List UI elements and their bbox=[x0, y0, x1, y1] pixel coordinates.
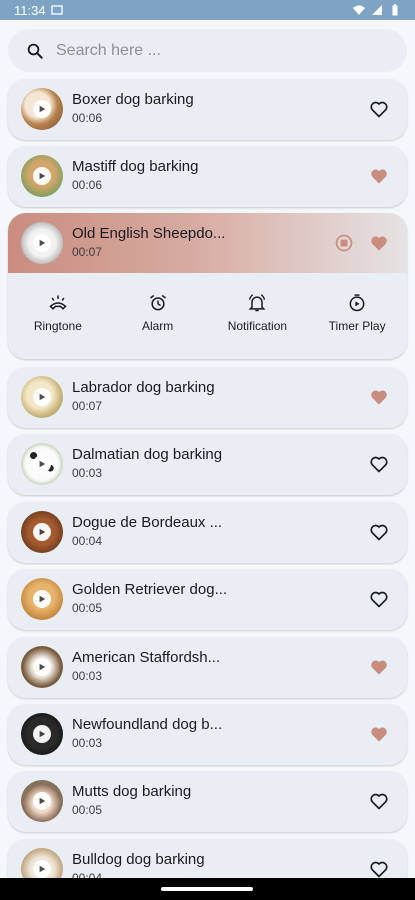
play-icon bbox=[33, 725, 51, 743]
sound-title: Mastiff dog barking bbox=[72, 158, 199, 175]
sound-title: Dogue de Bordeaux ... bbox=[72, 514, 223, 531]
heart-outline-icon[interactable] bbox=[369, 589, 389, 609]
wifi-icon bbox=[353, 5, 365, 15]
home-gesture-handle[interactable] bbox=[161, 887, 253, 891]
heart-outline-icon[interactable] bbox=[369, 454, 389, 474]
sound-duration: 00:04 bbox=[72, 534, 103, 548]
dog-thumbnail[interactable] bbox=[21, 88, 63, 130]
play-icon bbox=[33, 658, 51, 676]
sound-title: Golden Retriever dog... bbox=[72, 581, 228, 598]
ringtone-label: Ringtone bbox=[33, 319, 82, 333]
sound-card[interactable]: Mutts dog barking 00:05 bbox=[8, 771, 407, 832]
sound-card[interactable]: Newfoundland dog b... 00:03 bbox=[8, 704, 407, 765]
heart-filled-icon[interactable] bbox=[369, 657, 389, 677]
sound-duration: 00:03 bbox=[72, 466, 103, 480]
sound-duration: 00:03 bbox=[72, 669, 103, 683]
sound-duration: 00:05 bbox=[72, 601, 103, 615]
heart-filled-icon[interactable] bbox=[369, 387, 389, 407]
battery-icon bbox=[392, 4, 398, 16]
dog-thumbnail[interactable] bbox=[21, 578, 63, 620]
ringtone-button[interactable]: Ringtone bbox=[8, 293, 108, 343]
expanded-sound-card[interactable]: Old English Sheepdo... 00:07 Ringtone Al… bbox=[8, 213, 407, 359]
alarm-icon bbox=[149, 294, 166, 311]
notification-label: Notification bbox=[227, 319, 288, 333]
sound-title: Old English Sheepdo... bbox=[72, 225, 226, 242]
screenshot-icon bbox=[50, 5, 63, 15]
sound-title: Boxer dog barking bbox=[72, 91, 194, 108]
play-icon bbox=[33, 792, 51, 810]
sound-title: Mutts dog barking bbox=[72, 783, 192, 800]
set-as-actions: Ringtone Alarm Notification Timer Play bbox=[8, 293, 407, 343]
play-icon bbox=[33, 590, 51, 608]
dog-thumbnail[interactable] bbox=[21, 713, 63, 755]
sound-card[interactable]: Dalmatian dog barking 00:03 bbox=[8, 434, 407, 495]
heart-outline-icon[interactable] bbox=[369, 99, 389, 119]
search-bar[interactable] bbox=[8, 29, 407, 72]
sound-title: Newfoundland dog b... bbox=[72, 716, 223, 733]
search-icon bbox=[27, 43, 43, 59]
dog-thumbnail[interactable] bbox=[21, 443, 63, 485]
sound-duration: 00:06 bbox=[72, 178, 103, 192]
dog-thumbnail[interactable] bbox=[21, 646, 63, 688]
play-icon bbox=[33, 523, 51, 541]
dog-thumbnail[interactable] bbox=[21, 155, 63, 197]
sound-duration: 00:07 bbox=[72, 245, 103, 259]
play-icon bbox=[33, 455, 51, 473]
dog-thumbnail[interactable] bbox=[21, 511, 63, 553]
sound-card[interactable]: American Staffordsh... 00:03 bbox=[8, 637, 407, 698]
play-icon bbox=[33, 234, 51, 252]
heart-filled-icon[interactable] bbox=[369, 233, 389, 253]
notification-button[interactable]: Notification bbox=[208, 293, 308, 343]
stop-icon[interactable] bbox=[334, 233, 354, 253]
clock: 11:34 bbox=[14, 2, 46, 18]
sound-card[interactable]: Labrador dog barking 00:07 bbox=[8, 367, 407, 428]
sound-duration: 00:05 bbox=[72, 803, 103, 817]
dog-thumbnail[interactable] bbox=[21, 780, 63, 822]
timer-play-button[interactable]: Timer Play bbox=[307, 293, 407, 343]
heart-outline-icon[interactable] bbox=[369, 522, 389, 542]
alarm-button[interactable]: Alarm bbox=[108, 293, 208, 343]
status-bar: 11:34 bbox=[0, 0, 415, 20]
dog-thumbnail[interactable] bbox=[21, 222, 63, 264]
sound-card[interactable]: Mastiff dog barking 00:06 bbox=[8, 146, 407, 207]
sound-card[interactable]: Golden Retriever dog... 00:05 bbox=[8, 569, 407, 630]
alarm-label: Alarm bbox=[141, 319, 174, 333]
sound-duration: 00:06 bbox=[72, 111, 103, 125]
sound-card[interactable]: Dogue de Bordeaux ... 00:04 bbox=[8, 502, 407, 563]
play-icon bbox=[33, 860, 51, 878]
ringtone-icon bbox=[49, 295, 67, 310]
search-input[interactable] bbox=[56, 41, 356, 60]
play-icon bbox=[33, 167, 51, 185]
notification-bell-icon bbox=[248, 294, 266, 312]
sound-title: Dalmatian dog barking bbox=[72, 446, 223, 463]
sound-card[interactable]: Boxer dog barking 00:06 bbox=[8, 79, 407, 140]
system-nav-bar bbox=[0, 878, 415, 900]
sound-duration: 00:07 bbox=[72, 399, 103, 413]
signal-icon bbox=[372, 5, 382, 15]
sound-title: Bulldog dog barking bbox=[72, 851, 205, 868]
sound-card[interactable]: Old English Sheepdo... 00:07 bbox=[8, 213, 407, 274]
dog-thumbnail[interactable] bbox=[21, 376, 63, 418]
sound-title: Labrador dog barking bbox=[72, 379, 215, 396]
play-icon bbox=[33, 100, 51, 118]
heart-outline-icon[interactable] bbox=[369, 859, 389, 879]
timer-play-label: Timer Play bbox=[328, 319, 386, 333]
timer-play-icon bbox=[349, 294, 365, 312]
heart-outline-icon[interactable] bbox=[369, 791, 389, 811]
heart-filled-icon[interactable] bbox=[369, 166, 389, 186]
sound-title: American Staffordsh... bbox=[72, 649, 221, 666]
play-icon bbox=[33, 388, 51, 406]
heart-filled-icon[interactable] bbox=[369, 724, 389, 744]
sound-duration: 00:03 bbox=[72, 736, 103, 750]
